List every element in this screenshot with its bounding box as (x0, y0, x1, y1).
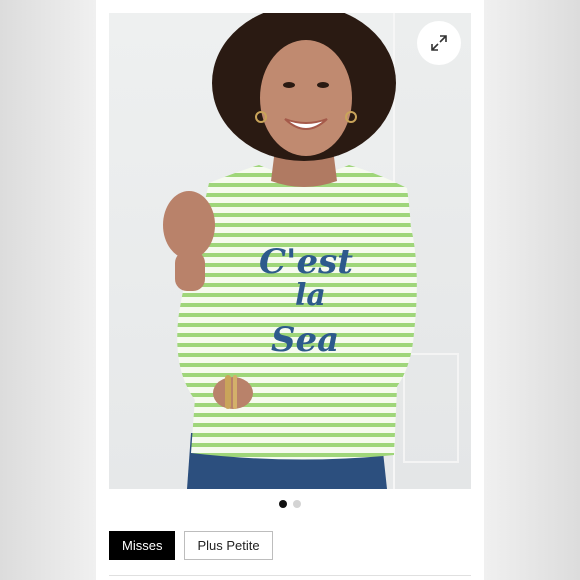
raised-wrist (175, 251, 205, 291)
expand-image-button[interactable] (417, 21, 461, 65)
size-range-tabs: Misses Plus Petite (109, 531, 273, 560)
shirt-text-line-2: la (295, 278, 326, 313)
background-right (484, 0, 580, 580)
size-tab-misses[interactable]: Misses (109, 531, 176, 560)
shirt-text-line-3: Sea (271, 320, 339, 360)
raised-hand (163, 191, 215, 259)
eye (283, 82, 295, 88)
background-left (0, 0, 96, 580)
face (260, 40, 352, 156)
product-card: C'est la Sea Misses Plus Petite (96, 0, 484, 580)
eye (317, 82, 329, 88)
bracelet (225, 375, 231, 409)
expand-arrows-icon (431, 35, 447, 51)
size-tab-plus-petite[interactable]: Plus Petite (184, 531, 273, 560)
pagination-dot-2[interactable] (293, 500, 301, 508)
product-image[interactable]: C'est la Sea (109, 13, 471, 489)
divider (109, 575, 471, 576)
pagination-dot-1[interactable] (279, 500, 287, 508)
model-illustration: C'est la Sea (163, 13, 417, 489)
shirt-text-line-1: C'est (259, 242, 353, 282)
bracelet (233, 375, 237, 409)
gallery-pagination (96, 500, 484, 508)
